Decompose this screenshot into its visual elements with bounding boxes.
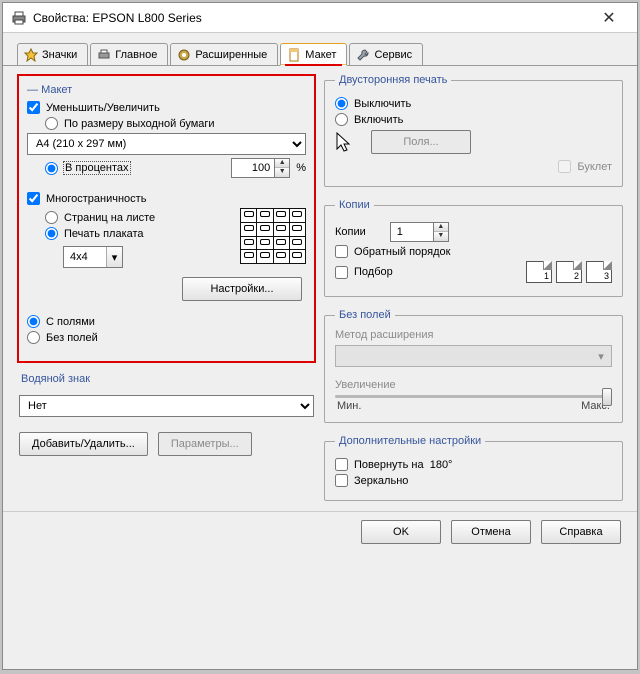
watermark-select[interactable]: Нет [19,395,314,417]
duplex-off-label: Выключить [354,98,411,110]
mirror-checkbox[interactable]: Зеркально [335,474,408,487]
expansion-method-label: Метод расширения [335,329,612,341]
help-button[interactable]: Справка [541,520,621,544]
layout-highlight-box: — Макет Уменьшить/Увеличить По размеру в… [17,74,316,363]
borderless-label: Без полей [46,332,98,344]
pages-per-sheet-radio[interactable]: Страниц на листе [45,211,155,224]
duplex-on-label: Включить [354,114,403,126]
booklet-label: Буклет [577,161,612,173]
tab-label: Значки [42,49,77,61]
duplex-group: Двусторонняя печать Выключить Включить П [324,74,623,187]
slider-min-label: Мин. [337,400,361,412]
group-title: — Макет [27,84,306,96]
extra-legend: Дополнительные настройки [335,435,485,447]
borderless-legend: Без полей [335,309,395,321]
pages-per-sheet-label: Страниц на листе [64,212,155,224]
duplex-margins-button[interactable]: Поля... [371,130,471,154]
wrench-icon [356,48,370,62]
collate-label: Подбор [354,266,393,278]
cursor-icon [335,131,353,153]
copies-legend: Копии [335,199,374,211]
rotate-180-checkbox[interactable]: Повернуть на 180° [335,458,452,471]
multipage-label: Многостраничность [46,193,146,205]
poster-size-select[interactable]: 4x4 ▾ [63,246,123,268]
watermark-params-button[interactable]: Параметры... [158,432,252,456]
poster-preview [240,208,306,264]
tab-advanced[interactable]: Расширенные [170,43,278,65]
watermark-legend: Водяной знак [17,373,316,385]
page-icon [287,48,301,62]
titlebar: Свойства: EPSON L800 Series ✕ [3,3,637,33]
poster-settings-button[interactable]: Настройки... [182,277,302,301]
tab-layout[interactable]: Макет [280,43,347,66]
spin-up-icon[interactable]: ▲ [275,159,289,168]
duplex-legend: Двусторонняя печать [335,74,451,86]
gear-icon [177,48,191,62]
fit-to-output-label: По размеру выходной бумаги [64,118,215,130]
tab-service[interactable]: Сервис [349,43,423,65]
duplex-on-radio[interactable]: Включить [335,113,403,126]
borderless-radio[interactable]: Без полей [27,331,98,344]
chevron-down-icon: ▾ [106,247,122,267]
close-button[interactable]: ✕ [589,8,629,28]
tab-label: Сервис [374,49,412,61]
reverse-order-label: Обратный порядок [354,246,450,258]
slider-thumb [602,388,612,406]
ok-button[interactable]: OK [361,520,441,544]
with-margins-radio[interactable]: С полями [27,315,95,328]
fit-to-output-radio[interactable]: По размеру выходной бумаги [45,117,215,130]
percent-sign: % [296,162,306,174]
reduce-enlarge-label: Уменьшить/Увеличить [46,102,160,114]
poster-print-label: Печать плаката [64,228,144,240]
dialog-footer: OK Отмена Справка [3,511,637,556]
tab-bar: Значки Главное Расширенные Макет Сервис [3,33,637,65]
enlarge-slider [335,395,612,398]
star-icon [24,48,38,62]
borderless-group: Без полей Метод расширения ▾ Увеличение … [324,309,623,423]
rotate-label: Повернуть на 180° [354,459,452,471]
collate-preview: 1 2 3 [526,261,612,283]
cancel-button[interactable]: Отмена [451,520,531,544]
duplex-off-radio[interactable]: Выключить [335,97,411,110]
spin-up-icon[interactable]: ▲ [434,223,448,232]
tab-label: Главное [115,49,157,61]
spin-down-icon[interactable]: ▼ [434,232,448,241]
mirror-label: Зеркально [354,475,408,487]
expansion-method-select: ▾ [335,345,612,367]
window-title: Свойства: EPSON L800 Series [33,11,589,25]
right-column: Двусторонняя печать Выключить Включить П [324,74,623,507]
chevron-down-icon: ▾ [593,350,609,363]
spin-down-icon[interactable]: ▼ [275,168,289,177]
booklet-checkbox[interactable]: Буклет [558,160,612,173]
properties-window: Свойства: EPSON L800 Series ✕ Значки Гла… [2,2,638,670]
tab-icons[interactable]: Значки [17,43,88,65]
watermark-add-remove-button[interactable]: Добавить/Удалить... [19,432,148,456]
poster-print-radio[interactable]: Печать плаката [45,227,144,240]
reduce-enlarge-checkbox[interactable]: Уменьшить/Увеличить [27,101,160,114]
tab-label: Расширенные [195,49,267,61]
printer-icon [11,11,27,25]
tab-main[interactable]: Главное [90,43,168,65]
enlarge-label: Увеличение [335,379,612,391]
copies-label: Копии [335,226,366,238]
tab-label: Макет [305,49,336,61]
collate-checkbox[interactable]: Подбор [335,266,393,279]
copies-group: Копии Копии ▲▼ Обратный порядок [324,199,623,297]
left-column: — Макет Уменьшить/Увеличить По размеру в… [17,74,316,507]
tab-body: — Макет Уменьшить/Увеличить По размеру в… [3,65,637,511]
multipage-checkbox[interactable]: Многостраничность [27,192,146,205]
by-percent-radio[interactable]: В процентах [45,162,130,175]
by-percent-label: В процентах [64,162,130,174]
with-margins-label: С полями [46,316,95,328]
extra-group: Дополнительные настройки Повернуть на 18… [324,435,623,501]
copies-spinner[interactable]: ▲▼ [390,222,449,242]
printer-icon [97,48,111,62]
percent-spinner[interactable]: ▲▼ [231,158,290,178]
output-paper-select[interactable]: A4 (210 x 297 мм) [27,133,306,155]
reverse-order-checkbox[interactable]: Обратный порядок [335,245,450,258]
